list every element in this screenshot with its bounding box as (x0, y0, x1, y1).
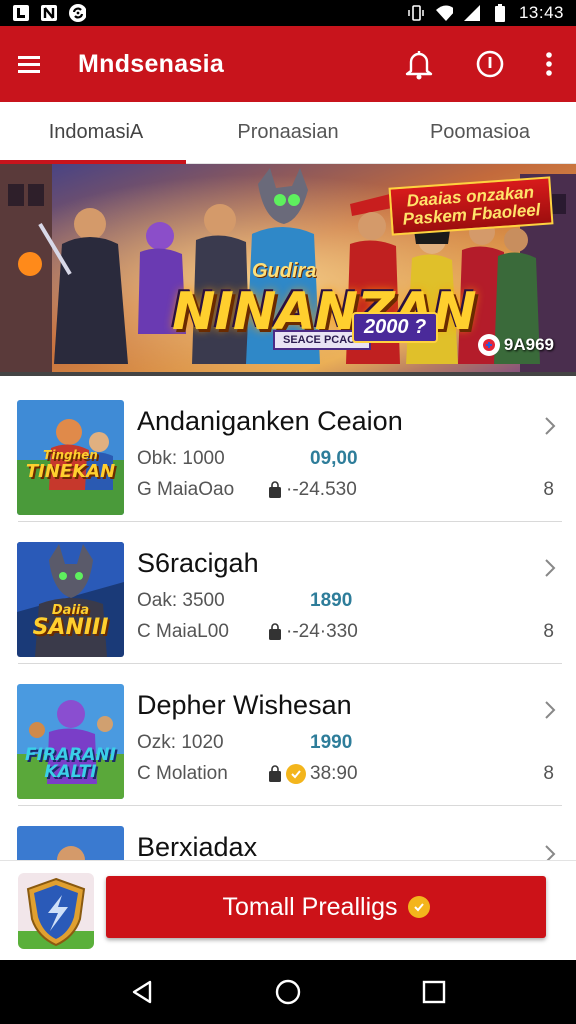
tab-label: IndomasiA (48, 121, 144, 143)
banner-logo-top: Gudira (252, 260, 317, 282)
coin-icon (286, 764, 306, 784)
banner-counter: 9A969 (477, 334, 554, 356)
item-meta: Oak: 3500 (137, 590, 225, 611)
item-subtitle: C MaiaL00 (137, 621, 229, 642)
bag-icon (269, 623, 281, 640)
item-price: 38:90 (268, 763, 358, 785)
verified-icon (407, 896, 430, 918)
game-thumbnail (17, 826, 124, 860)
app-bar: Mndsenasia (0, 26, 576, 102)
promo-banner[interactable]: Daaias onzakan Paskem Fbaoleel Gudira NI… (0, 164, 576, 376)
more-vert-icon[interactable] (544, 51, 554, 77)
thumbnail-art (17, 826, 124, 860)
banner-counter-text: 9A969 (503, 335, 554, 354)
status-left (12, 4, 86, 22)
menu-icon[interactable] (18, 54, 42, 74)
item-price: ·-24·330 (268, 621, 358, 643)
item-count: 8 (543, 621, 554, 642)
tab-label: Poomasioa (429, 121, 531, 143)
item-title: Andaniganken Ceaion (137, 406, 403, 436)
chevron-right-icon (544, 558, 556, 583)
banner-year: 2000 ? (352, 312, 439, 343)
item-price-text: ·-24·330 (286, 621, 358, 642)
status-time: 13:43 (518, 3, 564, 22)
app-actions (402, 47, 554, 81)
thumbnail-title: Daiia SANIII (17, 604, 124, 639)
shield-icon[interactable] (18, 873, 94, 949)
signal-icon (463, 4, 481, 22)
item-price: ·-24.530 (268, 479, 357, 501)
game-list: Tinghen TINEKAN Andaniganken Ceaion Obk:… (0, 380, 576, 860)
item-subtitle: C Molation (137, 763, 228, 784)
bag-icon (269, 765, 281, 782)
record-icon (477, 334, 500, 356)
info-icon[interactable] (474, 48, 506, 80)
action-bar: Tomall Prealligs (0, 860, 576, 960)
primary-action-button[interactable]: Tomall Prealligs (106, 876, 546, 938)
recents-icon[interactable] (422, 980, 446, 1004)
vibrate-icon (407, 4, 425, 22)
item-value: 09,00 (310, 448, 358, 469)
tab-pronaasian[interactable]: Pronaasian (192, 102, 384, 163)
back-icon[interactable] (130, 979, 154, 1005)
chevron-right-icon (544, 700, 556, 725)
item-title: Berxiadax (137, 832, 258, 860)
game-thumbnail: Tinghen TINEKAN (17, 400, 124, 515)
primary-action-label: Tomall Prealligs (222, 892, 398, 921)
game-thumbnail: Daiia SANIII (17, 542, 124, 657)
list-item[interactable]: Daiia SANIII S6racigah Oak: 3500 1890 C … (0, 522, 576, 664)
home-icon[interactable] (274, 978, 302, 1006)
tab-label: Pronaasian (237, 121, 339, 143)
sync-icon (68, 4, 86, 22)
status-bar: 13:43 (0, 0, 576, 26)
list-item[interactable]: Tinghen TINEKAN Andaniganken Ceaion Obk:… (0, 380, 576, 522)
item-title: S6racigah (137, 548, 259, 578)
chevron-right-icon (544, 416, 556, 441)
bag-icon (269, 481, 281, 498)
thumbnail-title: Tinghen TINEKAN (17, 449, 124, 483)
status-right: 13:43 (407, 3, 564, 23)
item-subtitle: G MaiaOao (137, 479, 235, 500)
thumbnail-title-main: SANIII (32, 615, 109, 640)
chevron-right-icon (544, 844, 556, 860)
item-meta: Ozk: 1020 (137, 732, 224, 753)
item-title: Depher Wishesan (137, 690, 352, 720)
notification-icon (12, 4, 30, 22)
app-title: Mndsenasia (78, 49, 225, 78)
item-price-text: 38:90 (310, 763, 358, 784)
item-value: 1990 (310, 732, 353, 753)
wifi-icon (435, 4, 453, 22)
item-price-text: ·-24.530 (286, 479, 357, 500)
tab-indomasia[interactable]: IndomasiA (0, 102, 192, 164)
list-item[interactable]: Berxiadax (0, 806, 576, 860)
item-count: 8 (543, 479, 554, 500)
battery-icon (491, 4, 509, 22)
item-value: 1890 (310, 590, 353, 611)
game-thumbnail: FIRARANI KALTI (17, 684, 124, 799)
list-item[interactable]: FIRARANI KALTI Depher Wishesan Ozk: 1020… (0, 664, 576, 806)
item-count: 8 (543, 763, 554, 784)
tab-poomasioa[interactable]: Poomasioa (384, 102, 576, 163)
system-nav-bar (0, 960, 576, 1024)
item-meta: Obk: 1000 (137, 448, 225, 469)
thumbnail-title: FIRARANI KALTI (25, 745, 116, 782)
thumbnail-title-top: Tinghen (43, 448, 98, 462)
sim-icon (40, 4, 58, 22)
thumbnail-title-main: TINEKAN (25, 461, 116, 482)
tab-bar: IndomasiA Pronaasian Poomasioa (0, 102, 576, 164)
bell-icon[interactable] (402, 47, 436, 81)
